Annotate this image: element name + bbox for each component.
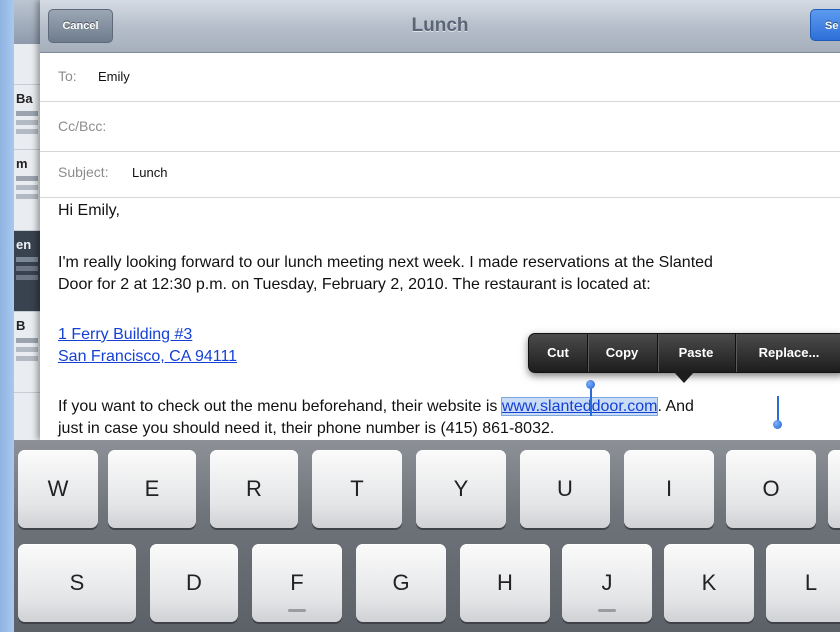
background-mail-list: Ba m en B	[14, 0, 41, 440]
cc-bcc-field[interactable]: Cc/Bcc:	[40, 102, 840, 152]
send-button[interactable]: Se	[810, 9, 840, 41]
key-j[interactable]: J	[562, 544, 652, 622]
selection-start-knob[interactable]	[586, 380, 595, 389]
background-list-row	[14, 44, 40, 85]
to-field[interactable]: To: Emily	[40, 52, 840, 102]
selection-end-handle[interactable]	[777, 396, 779, 422]
subject-label: Subject:	[58, 164, 109, 180]
onscreen-keyboard: W E R T Y U I O S D F G H J K L	[14, 440, 840, 632]
background-row-text: m	[16, 156, 28, 171]
callout-arrow	[673, 371, 695, 383]
device-frame	[0, 0, 14, 632]
subject-field[interactable]: Subject: Lunch	[40, 148, 840, 198]
key-k[interactable]: K	[664, 544, 754, 622]
background-list-row: m	[14, 150, 40, 231]
key-w[interactable]: W	[18, 450, 98, 528]
compose-sheet: Lunch Cancel Se To: Emily Cc/Bcc: Subjec…	[40, 0, 840, 440]
cancel-button[interactable]: Cancel	[48, 9, 113, 43]
body-paragraph-line: just in case you should need it, their p…	[58, 420, 555, 437]
key-o[interactable]: O	[726, 450, 816, 528]
website-link-selected[interactable]: www.slanteddoor.com	[500, 397, 659, 416]
key-p-partial[interactable]	[828, 450, 840, 528]
key-u[interactable]: U	[520, 450, 610, 528]
background-row-text: en	[16, 237, 32, 252]
subject-value[interactable]: Lunch	[132, 148, 167, 197]
background-list-row: Ba	[14, 85, 40, 150]
replace-menu-item[interactable]: Replace...	[735, 334, 840, 372]
key-y[interactable]: Y	[416, 450, 506, 528]
selection-end-knob[interactable]	[773, 420, 782, 429]
key-s[interactable]: S	[18, 544, 136, 622]
background-list-row: B	[14, 312, 40, 393]
paste-menu-item[interactable]: Paste	[657, 334, 736, 372]
copy-menu-item[interactable]: Copy	[587, 334, 658, 372]
key-e[interactable]: E	[108, 450, 196, 528]
background-row-text: Ba	[16, 91, 33, 106]
key-f[interactable]: F	[252, 544, 342, 622]
address-link-line1[interactable]: 1 Ferry Building #3	[58, 324, 192, 346]
body-paragraph-line: I'm really looking forward to our lunch …	[58, 254, 713, 271]
cut-menu-item[interactable]: Cut	[529, 334, 588, 372]
to-recipient[interactable]: Emily	[98, 52, 130, 101]
compose-navbar: Lunch Cancel Se	[40, 0, 840, 53]
home-row-bump	[288, 609, 306, 612]
greeting-text: Hi Emily,	[58, 202, 120, 219]
cc-bcc-label: Cc/Bcc:	[58, 118, 107, 134]
address-link-line2[interactable]: San Francisco, CA 94111	[58, 346, 237, 368]
key-i[interactable]: I	[624, 450, 714, 528]
background-list-row-selected: en	[14, 231, 40, 312]
body-text-segment: If you want to check out the menu before…	[58, 398, 502, 415]
background-list-header	[14, 0, 40, 44]
key-j-label: J	[601, 570, 613, 595]
key-t[interactable]: T	[312, 450, 402, 528]
background-row-text: B	[16, 318, 26, 333]
compose-title: Lunch	[411, 15, 469, 36]
key-g[interactable]: G	[356, 544, 446, 622]
key-f-label: F	[290, 570, 304, 595]
edit-callout-menu: Cut Copy Paste Replace...	[528, 333, 840, 373]
home-row-bump	[598, 609, 616, 612]
key-l[interactable]: L	[766, 544, 840, 622]
key-r[interactable]: R	[210, 450, 298, 528]
body-text-segment: . And	[657, 398, 694, 415]
to-label: To:	[58, 68, 77, 84]
body-paragraph-line: Door for 2 at 12:30 p.m. on Tuesday, Feb…	[58, 276, 651, 293]
key-h[interactable]: H	[460, 544, 550, 622]
body-paragraph-line: If you want to check out the menu before…	[58, 396, 694, 418]
selection-start-handle[interactable]	[590, 386, 592, 416]
key-d[interactable]: D	[150, 544, 238, 622]
